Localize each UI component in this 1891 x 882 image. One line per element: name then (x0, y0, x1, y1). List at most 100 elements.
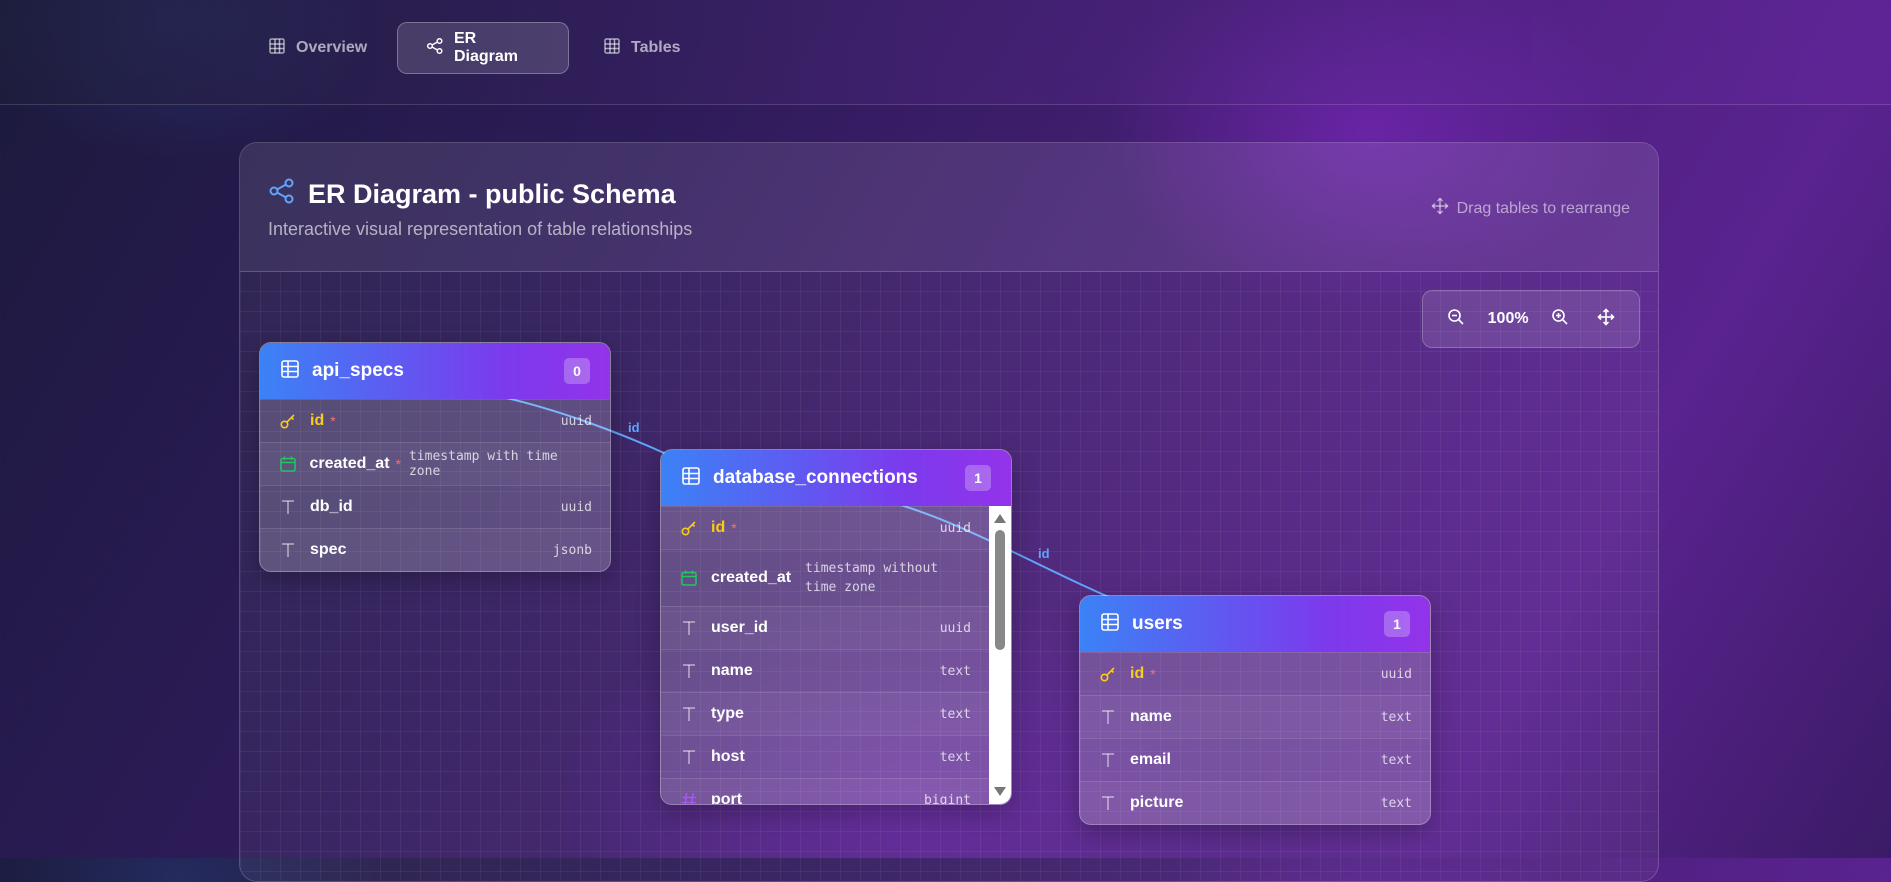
column-name: id (1130, 665, 1145, 682)
column-row: created_at * timestamp with time zone (260, 442, 610, 485)
column-scrollbar[interactable] (989, 506, 1011, 804)
relation-count-badge: 1 (1384, 611, 1410, 637)
top-navigation: Overview ER Diagram Tables (0, 0, 1891, 105)
required-marker: * (330, 413, 336, 429)
table-card-users[interactable]: users 1 id * uuid name text email text p… (1079, 595, 1431, 825)
text-icon (1098, 707, 1118, 727)
panel-header: ER Diagram - public Schema Interactive v… (240, 143, 1658, 272)
column-name: created_at (309, 455, 390, 472)
column-row: id * uuid (661, 506, 989, 549)
column-row: name text (1080, 695, 1430, 738)
zoom-in-button[interactable] (1546, 305, 1574, 333)
text-icon (278, 497, 298, 517)
table-header[interactable]: users 1 (1080, 596, 1430, 652)
share-nodes-icon (268, 177, 296, 212)
zoom-controls: 100% (1422, 290, 1640, 348)
text-icon (679, 661, 699, 681)
column-name: port (711, 791, 743, 805)
column-type: text (1380, 795, 1412, 811)
table-card-database-connections[interactable]: database_connections 1 id * uuid created… (660, 449, 1012, 805)
text-icon (1098, 793, 1118, 813)
column-row: picture text (1080, 781, 1430, 824)
column-row: created_at timestamp without time zone (661, 549, 989, 606)
column-type: text (1380, 709, 1412, 725)
table-icon (280, 359, 300, 384)
table-icon (1100, 612, 1120, 637)
text-icon (679, 618, 699, 638)
relation-count-badge: 0 (564, 358, 590, 384)
column-type: text (1380, 752, 1412, 768)
column-type: text (939, 706, 971, 722)
column-row: port bigint (661, 778, 989, 805)
grid-icon (268, 37, 286, 60)
text-icon (278, 540, 298, 560)
column-type: bigint (924, 792, 971, 805)
column-name: user_id (711, 619, 768, 636)
column-name: type (711, 705, 744, 722)
drag-hint: Drag tables to rearrange (1431, 197, 1630, 220)
column-type: uuid (939, 520, 971, 536)
move-icon (1597, 307, 1615, 331)
calendar-icon (679, 568, 699, 588)
table-name: api_specs (312, 360, 404, 381)
table-name: database_connections (713, 467, 918, 488)
column-row: host text (661, 735, 989, 778)
column-row: email text (1080, 738, 1430, 781)
table-name: users (1132, 613, 1183, 634)
column-row: type text (661, 692, 989, 735)
tab-tables-label: Tables (631, 39, 681, 56)
column-type: timestamp without time zone (805, 561, 939, 595)
zoom-in-icon (1551, 308, 1569, 331)
column-list: id * uuid created_at timestamp without t… (661, 506, 989, 805)
page-title: ER Diagram - public Schema (268, 177, 676, 212)
fit-view-button[interactable] (1592, 305, 1620, 333)
tab-er-diagram[interactable]: ER Diagram (397, 22, 569, 74)
relation-count-badge: 1 (965, 465, 991, 491)
required-marker: * (731, 520, 737, 536)
column-name: name (711, 662, 753, 679)
column-row: id * uuid (260, 399, 610, 442)
required-marker: * (1150, 666, 1156, 682)
text-icon (1098, 750, 1118, 770)
column-type: text (939, 749, 971, 765)
column-name: email (1130, 751, 1171, 768)
column-row: id * uuid (1080, 652, 1430, 695)
column-row: name text (661, 649, 989, 692)
column-type: jsonb (552, 542, 592, 558)
column-type: text (939, 663, 971, 679)
scroll-up-icon[interactable] (994, 514, 1006, 523)
column-type: timestamp with time zone (408, 449, 558, 479)
column-name: host (711, 748, 745, 765)
column-name: spec (310, 541, 347, 558)
column-name: id (711, 519, 726, 536)
key-icon (278, 411, 298, 431)
zoom-level: 100% (1487, 310, 1529, 327)
page-subtitle: Interactive visual representation of tab… (268, 219, 693, 239)
tab-overview[interactable]: Overview (240, 22, 395, 74)
column-name: picture (1130, 794, 1184, 811)
text-icon (679, 747, 699, 767)
column-row: spec jsonb (260, 528, 610, 571)
zoom-out-icon (1447, 308, 1465, 331)
scroll-thumb[interactable] (995, 530, 1005, 650)
column-row: db_id uuid (260, 485, 610, 528)
text-icon (679, 704, 699, 724)
column-name: created_at (711, 569, 792, 586)
drag-hint-text: Drag tables to rearrange (1456, 199, 1630, 217)
column-type: uuid (560, 499, 592, 515)
key-icon (1098, 664, 1118, 684)
table-card-api-specs[interactable]: api_specs 0 id * uuid created_at * times… (259, 342, 611, 572)
column-row: user_id uuid (661, 606, 989, 649)
table-header[interactable]: database_connections 1 (661, 450, 1011, 506)
key-icon (679, 518, 699, 538)
table-icon (681, 466, 701, 491)
tab-tables[interactable]: Tables (575, 22, 709, 74)
move-icon (1431, 197, 1449, 220)
table-icon (603, 37, 621, 60)
zoom-out-button[interactable] (1442, 305, 1470, 333)
tab-er-diagram-label: ER Diagram (454, 30, 519, 65)
column-type: uuid (560, 413, 592, 429)
table-header[interactable]: api_specs 0 (260, 343, 610, 399)
page-title-text: ER Diagram - public Schema (308, 179, 676, 209)
scroll-down-icon[interactable] (994, 787, 1006, 796)
